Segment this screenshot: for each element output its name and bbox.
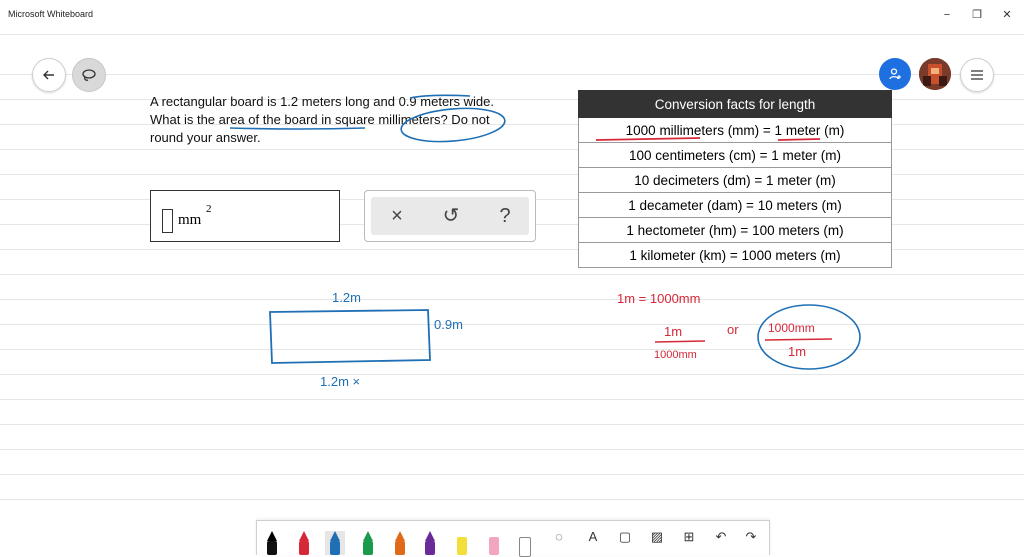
note-icon[interactable]: ▢: [615, 527, 635, 547]
text-icon[interactable]: A: [583, 527, 603, 547]
pen-black[interactable]: [265, 531, 279, 555]
ink-fraction-denominator: 1m: [788, 344, 806, 359]
highlighter-yellow[interactable]: [455, 531, 469, 555]
add-icon[interactable]: ⊞: [679, 527, 699, 547]
pen-orange[interactable]: [393, 531, 407, 555]
pen-green[interactable]: [361, 531, 375, 555]
ink-layer: 1.2m 0.9m 1.2m × 1m = 1000mm 1m 1000mm o…: [229, 94, 861, 389]
ink-underline: [777, 138, 821, 141]
ink-underline: [595, 137, 701, 141]
ink-top-label: 1.2m: [332, 290, 361, 305]
redo-icon[interactable]: ↷: [741, 527, 761, 547]
ruler[interactable]: [517, 531, 531, 557]
ink-fraction-bar: [764, 338, 833, 341]
pen-red[interactable]: [297, 531, 311, 555]
pen-blue-selected[interactable]: [325, 531, 345, 555]
ink-fraction-bar: [654, 340, 706, 343]
eraser[interactable]: [487, 531, 501, 555]
ink-fraction-denominator: 1000mm: [654, 349, 697, 361]
ink-equation: 1m = 1000mm: [617, 291, 700, 306]
ink-circle: [400, 107, 506, 143]
pen-purple[interactable]: [423, 531, 437, 555]
ink-underline: [409, 94, 471, 99]
undo-icon[interactable]: ↶: [711, 527, 731, 547]
ink-or: or: [727, 322, 739, 337]
ink-bottom-label: 1.2m ×: [320, 374, 360, 389]
ink-circle: [757, 304, 861, 370]
lasso-icon[interactable]: ◌: [549, 527, 569, 547]
ink-toolbar: ◌ A ▢ ▨ ⊞ ↶ ↷: [256, 520, 770, 557]
ink-side-label: 0.9m: [434, 317, 463, 332]
image-icon[interactable]: ▨: [647, 527, 667, 547]
ink-fraction-numerator: 1000mm: [768, 321, 815, 335]
ink-fraction-numerator: 1m: [664, 324, 682, 339]
ink-underline: [229, 127, 366, 130]
ink-rectangle: [269, 309, 431, 364]
